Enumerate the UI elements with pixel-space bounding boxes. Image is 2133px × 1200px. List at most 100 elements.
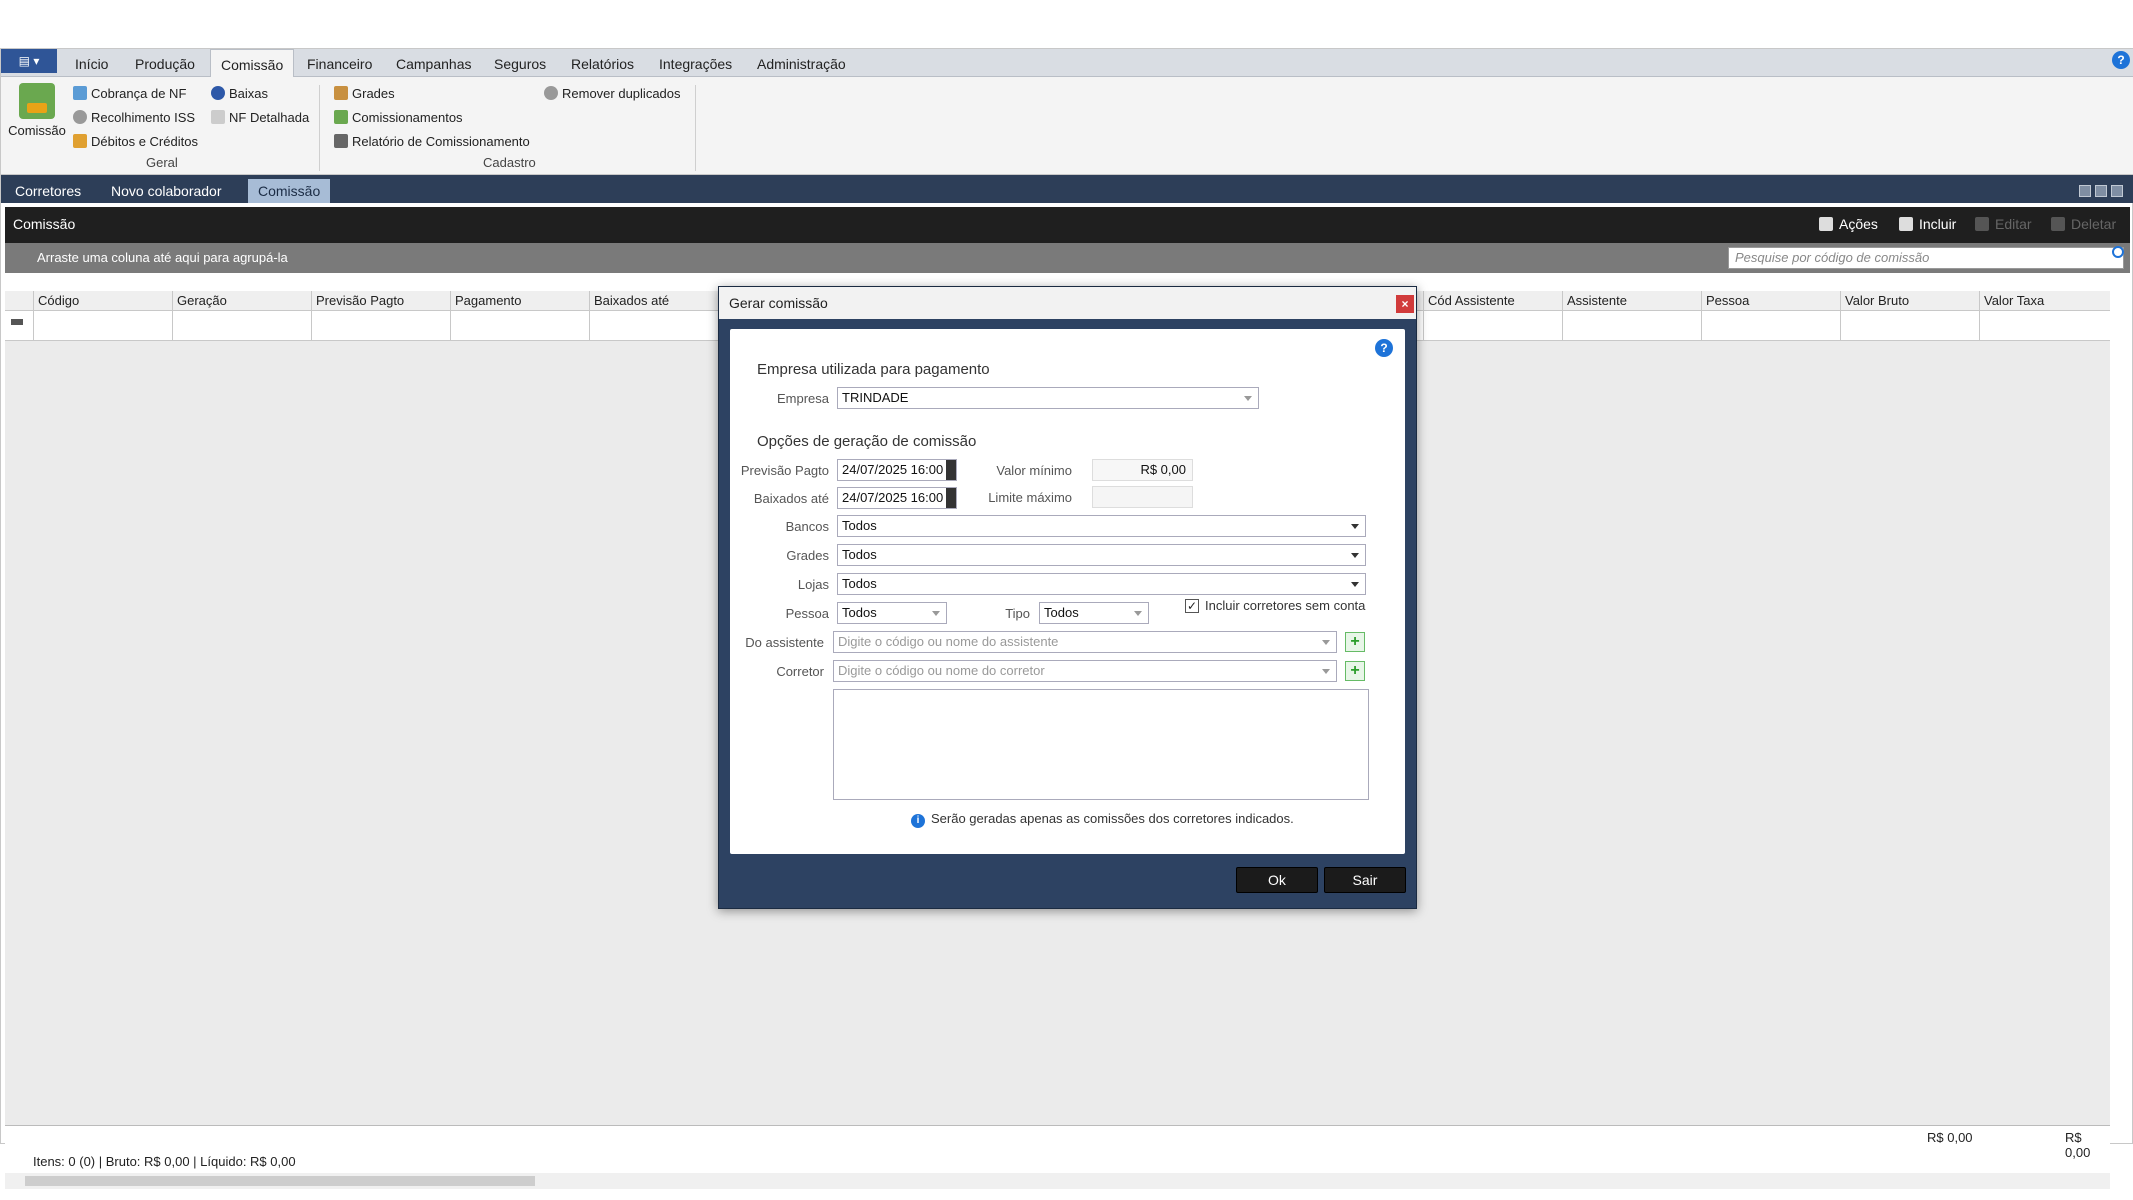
search-icon[interactable] xyxy=(2112,246,2124,258)
include-button[interactable]: Incluir xyxy=(1899,216,1956,232)
filter-cell[interactable] xyxy=(450,311,589,341)
filter-icon[interactable] xyxy=(11,319,23,331)
ribbon-relatorio-comissionamento[interactable]: Relatório de Comissionamento xyxy=(334,131,530,153)
corretores-list[interactable] xyxy=(833,689,1369,800)
bancos-select[interactable]: Todos xyxy=(837,515,1366,537)
search-input[interactable]: Pesquise por código de comissão xyxy=(1728,247,2124,269)
menu-producao[interactable]: Produção xyxy=(125,49,205,77)
filter-cell[interactable] xyxy=(1701,311,1840,341)
minimize-icon[interactable] xyxy=(2079,185,2091,197)
lojas-select[interactable]: Todos xyxy=(837,573,1366,595)
col-pessoa[interactable]: Pessoa xyxy=(1701,291,1840,311)
col-previsao-pagto[interactable]: Previsão Pagto xyxy=(311,291,450,311)
limite-maximo-label: Limite máximo xyxy=(988,490,1072,505)
help-icon[interactable]: ? xyxy=(1375,339,1393,357)
filter-cell[interactable] xyxy=(589,311,728,341)
filter-cell[interactable] xyxy=(172,311,311,341)
filter-cell[interactable] xyxy=(1562,311,1701,341)
menu-financeiro[interactable]: Financeiro xyxy=(297,49,382,77)
ribbon: Comissão Cobrança de NF Recolhimento ISS… xyxy=(1,77,2133,175)
group-by-bar[interactable]: Arraste uma coluna até aqui para agrupá-… xyxy=(5,243,2130,273)
filter-cell[interactable] xyxy=(33,311,172,341)
col-valor-taxa[interactable]: Valor Taxa xyxy=(1979,291,2110,311)
previsao-date-input[interactable]: 24/07/2025 16:00 xyxy=(837,459,957,481)
lojas-value: Todos xyxy=(842,576,877,591)
ribbon-nf-detalhada-label: NF Detalhada xyxy=(229,110,310,125)
menu-administracao[interactable]: Administração xyxy=(747,49,856,77)
close-window-icon[interactable] xyxy=(2111,185,2123,197)
menu-integracoes[interactable]: Integrações xyxy=(649,49,742,77)
menu-campanhas[interactable]: Campanhas xyxy=(386,49,482,77)
horizontal-scrollbar[interactable] xyxy=(5,1173,2110,1189)
dialog-title-text: Gerar comissão xyxy=(729,295,828,311)
ribbon-nf-detalhada[interactable]: NF Detalhada xyxy=(211,107,309,129)
chevron-down-icon xyxy=(932,611,940,616)
ribbon-remover-duplicados[interactable]: Remover duplicados xyxy=(544,83,681,105)
ribbon-comissionamentos[interactable]: Comissionamentos xyxy=(334,107,463,129)
filter-cell[interactable] xyxy=(1423,311,1562,341)
add-assistente-button[interactable]: + xyxy=(1345,632,1365,652)
col-valor-bruto[interactable]: Valor Bruto xyxy=(1840,291,1979,311)
baixados-date-input[interactable]: 24/07/2025 16:00 xyxy=(837,487,957,509)
ribbon-recolhimento-iss[interactable]: Recolhimento ISS xyxy=(73,107,195,129)
tipo-select[interactable]: Todos xyxy=(1039,602,1149,624)
col-baixados-ate[interactable]: Baixados até xyxy=(589,291,728,311)
chevron-down-icon xyxy=(1322,640,1330,645)
corretor-input[interactable]: Digite o código ou nome do corretor xyxy=(833,660,1337,682)
col-codigo[interactable]: Código xyxy=(33,291,172,311)
assistente-input[interactable]: Digite o código ou nome do assistente xyxy=(833,631,1337,653)
tab-comissao[interactable]: Comissão xyxy=(248,179,331,203)
ribbon-grades[interactable]: Grades xyxy=(334,83,395,105)
edit-button[interactable]: Editar xyxy=(1975,216,2032,232)
ribbon-separator xyxy=(695,85,696,171)
menu-inicio[interactable]: Início xyxy=(65,49,118,77)
help-icon[interactable]: ? xyxy=(2112,51,2130,69)
filter-cell[interactable] xyxy=(1979,311,2110,341)
ribbon-relatorio-comissionamento-label: Relatório de Comissionamento xyxy=(352,134,530,149)
ribbon-debitos-creditos[interactable]: Débitos e Créditos xyxy=(73,131,198,153)
incluir-sem-conta-label: Incluir corretores sem conta xyxy=(1205,598,1366,613)
sair-button[interactable]: Sair xyxy=(1324,867,1406,893)
limite-maximo-input[interactable] xyxy=(1092,486,1193,508)
menu-comissao[interactable]: Comissão xyxy=(210,49,295,77)
col-cod-assistente[interactable]: Cód Assistente xyxy=(1423,291,1562,311)
col-geracao[interactable]: Geração xyxy=(172,291,311,311)
close-icon[interactable]: × xyxy=(1396,295,1414,313)
ribbon-comissao-label: Comissão xyxy=(8,123,66,138)
actions-button[interactable]: Ações xyxy=(1819,216,1878,232)
ribbon-comissao-button[interactable]: Comissão xyxy=(7,83,67,138)
plus-icon xyxy=(1899,217,1913,231)
filter-cell[interactable] xyxy=(1840,311,1979,341)
pessoa-select[interactable]: Todos xyxy=(837,602,947,624)
assistente-label: Do assistente xyxy=(745,635,824,650)
scrollbar-thumb[interactable] xyxy=(25,1176,535,1186)
ribbon-group-cadastro: Cadastro xyxy=(483,155,536,170)
footer-valor-bruto: R$ 0,00 xyxy=(1927,1130,1973,1145)
filter-cell[interactable] xyxy=(311,311,450,341)
invoice-icon xyxy=(73,86,87,100)
tab-novo-colaborador[interactable]: Novo colaborador xyxy=(101,179,232,203)
delete-button[interactable]: Deletar xyxy=(2051,216,2116,232)
app-menu-button[interactable]: ▤ ▾ xyxy=(1,49,57,73)
incluir-sem-conta-checkbox[interactable]: ✓ xyxy=(1185,599,1199,613)
menu-seguros[interactable]: Seguros xyxy=(484,49,556,77)
col-pagamento[interactable]: Pagamento xyxy=(450,291,589,311)
add-corretor-button[interactable]: + xyxy=(1345,661,1365,681)
chevron-down-icon xyxy=(1244,396,1252,401)
chevron-down-icon xyxy=(1134,611,1142,616)
pessoa-value: Todos xyxy=(842,605,877,620)
restore-icon[interactable] xyxy=(2095,185,2107,197)
bancos-label: Bancos xyxy=(785,519,829,534)
col-assistente[interactable]: Assistente xyxy=(1562,291,1701,311)
menu-relatorios[interactable]: Relatórios xyxy=(561,49,644,77)
corretor-label: Corretor xyxy=(776,664,824,679)
grades-select[interactable]: Todos xyxy=(837,544,1366,566)
ribbon-baixas[interactable]: Baixas xyxy=(211,83,268,105)
calendar-dropdown-icon[interactable] xyxy=(946,460,956,480)
ribbon-cobranca-nf[interactable]: Cobrança de NF xyxy=(73,83,186,105)
tab-corretores[interactable]: Corretores xyxy=(5,179,91,203)
empresa-select[interactable]: TRINDADE xyxy=(837,387,1259,409)
ok-button[interactable]: Ok xyxy=(1236,867,1318,893)
calendar-dropdown-icon[interactable] xyxy=(946,488,956,508)
valor-minimo-input[interactable]: R$ 0,00 xyxy=(1092,459,1193,481)
